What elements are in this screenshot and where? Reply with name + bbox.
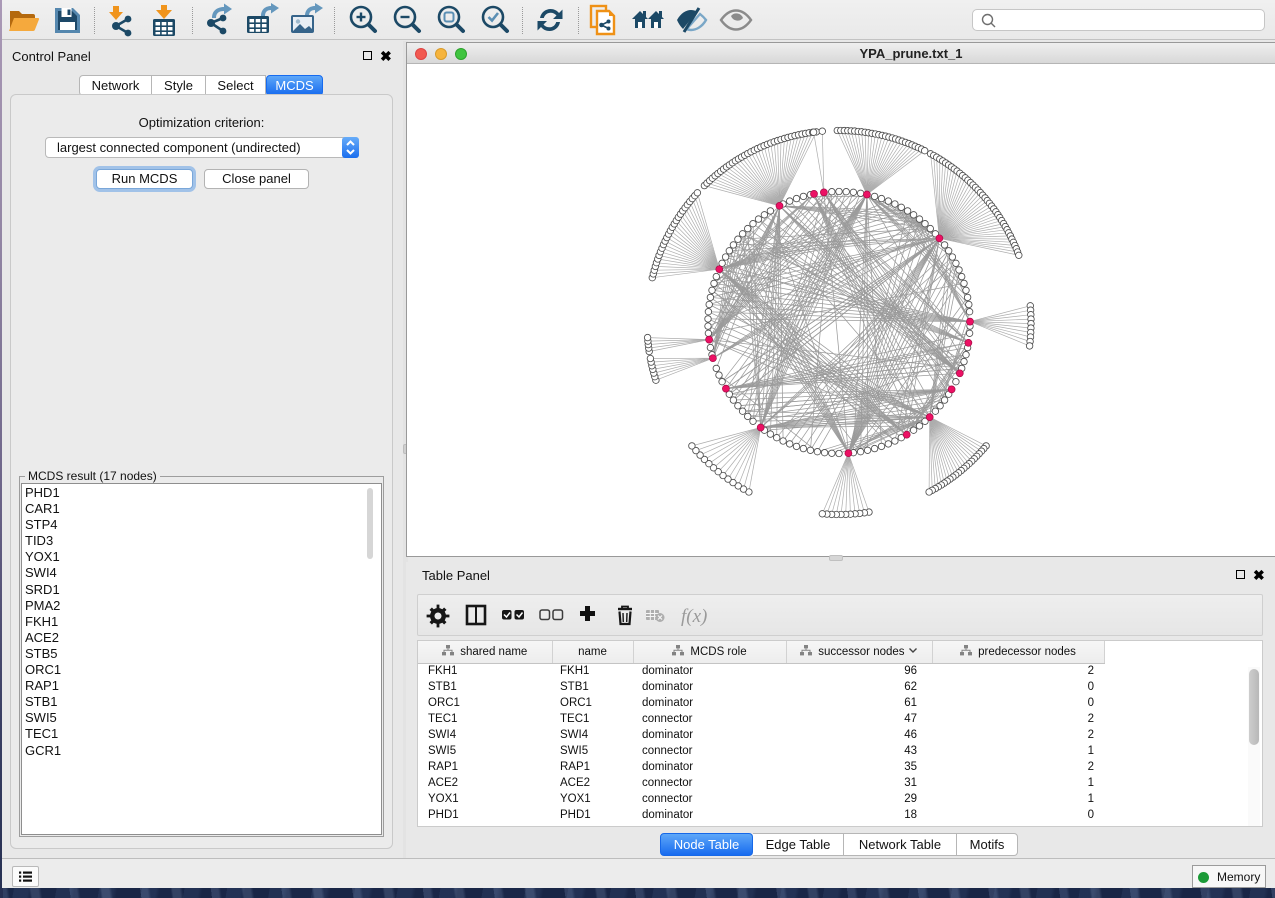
svg-text:f(x): f(x): [681, 606, 707, 627]
